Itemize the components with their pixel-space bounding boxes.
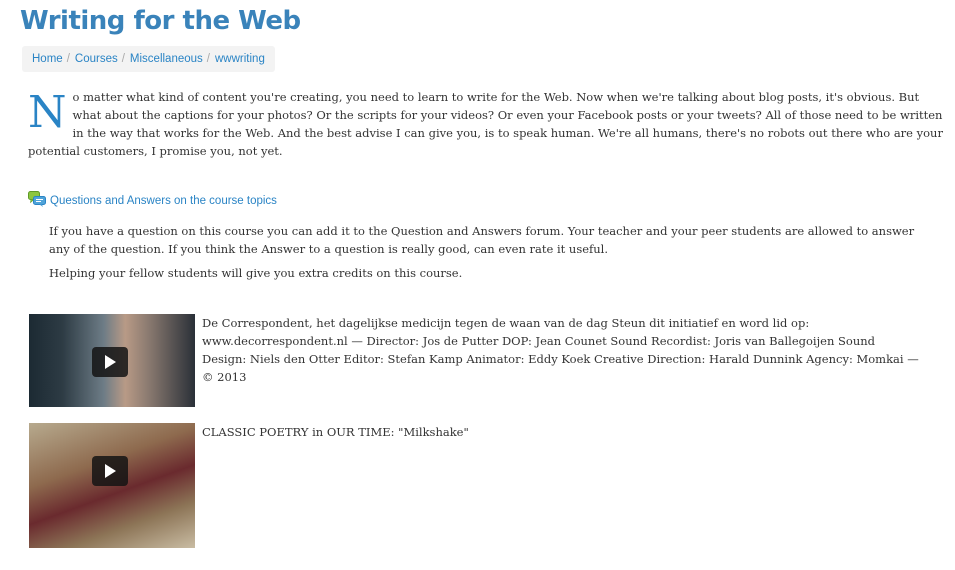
intro-paragraph: N o matter what kind of content you're c… bbox=[28, 88, 943, 160]
forum-link[interactable]: Questions and Answers on the course topi… bbox=[50, 195, 277, 207]
drop-cap: N bbox=[28, 87, 67, 138]
breadcrumb-separator: / bbox=[66, 53, 70, 65]
breadcrumb-courses[interactable]: Courses bbox=[75, 53, 118, 65]
breadcrumb-wwwriting[interactable]: wwwriting bbox=[215, 53, 265, 65]
page-title: Writing for the Web bbox=[20, 6, 301, 36]
breadcrumb-separator: / bbox=[121, 53, 125, 65]
forum-description: If you have a question on this course yo… bbox=[49, 222, 929, 288]
video-thumbnail-2[interactable] bbox=[29, 423, 195, 548]
breadcrumb-home[interactable]: Home bbox=[32, 53, 63, 65]
forum-icon bbox=[28, 191, 46, 210]
play-button[interactable] bbox=[92, 456, 128, 486]
breadcrumb: Home / Courses / Miscellaneous / wwwriti… bbox=[22, 46, 275, 72]
breadcrumb-separator: / bbox=[206, 53, 210, 65]
forum-description-paragraph: Helping your fellow students will give y… bbox=[49, 266, 463, 280]
video-description-1: De Correspondent, het dagelijkse medicij… bbox=[202, 316, 919, 384]
forum-description-paragraph: If you have a question on this course yo… bbox=[49, 224, 915, 256]
play-button[interactable] bbox=[92, 347, 128, 377]
forum-activity: Questions and Answers on the course topi… bbox=[28, 191, 277, 210]
breadcrumb-miscellaneous[interactable]: Miscellaneous bbox=[130, 53, 203, 65]
play-icon bbox=[105, 355, 116, 369]
intro-text: o matter what kind of content you're cre… bbox=[28, 90, 943, 158]
play-icon bbox=[105, 464, 116, 478]
video-thumbnail-1[interactable] bbox=[29, 314, 195, 407]
video-description-2: CLASSIC POETRY in OUR TIME: "Milkshake" bbox=[202, 425, 469, 439]
